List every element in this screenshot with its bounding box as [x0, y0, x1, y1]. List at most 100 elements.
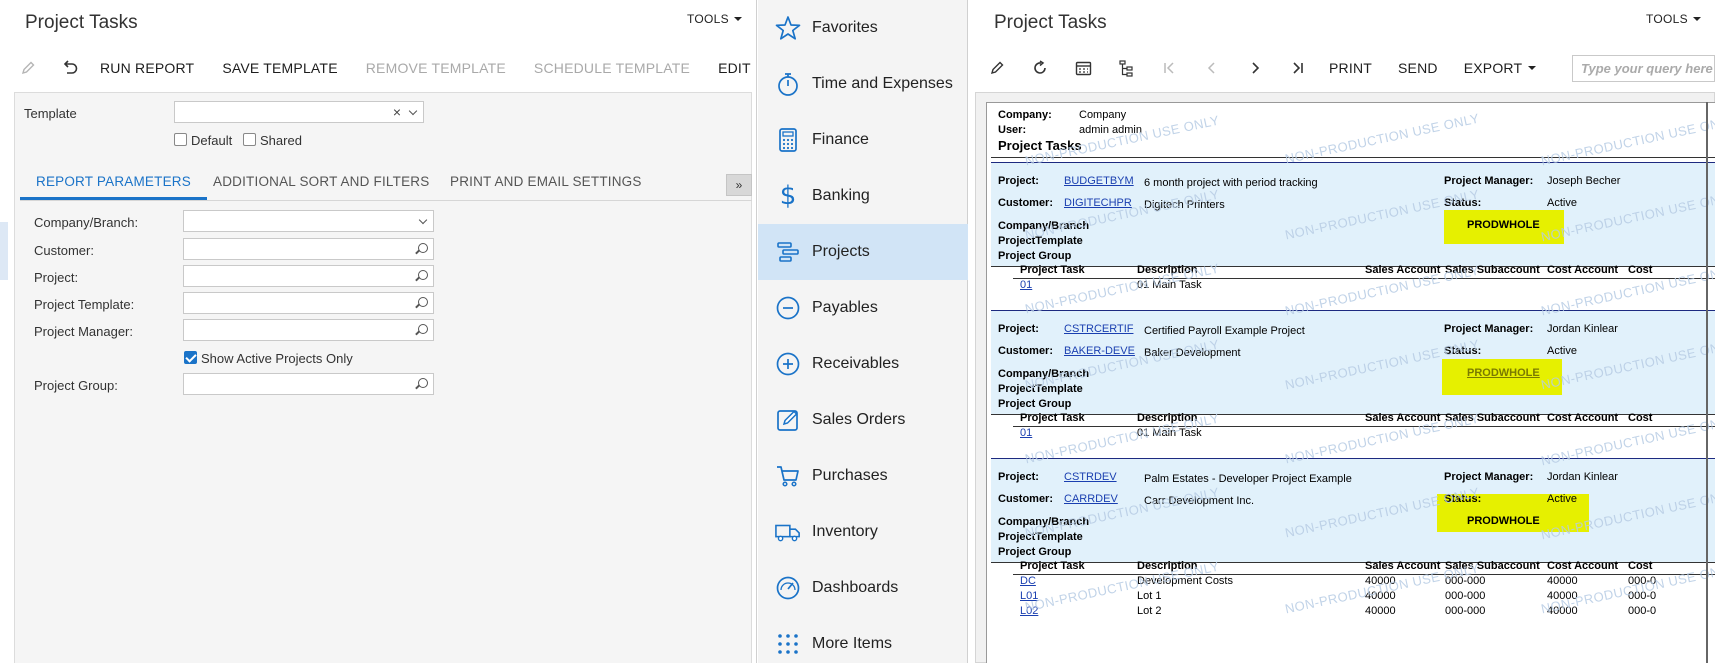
chevron-down-icon	[408, 106, 418, 116]
next-page-icon[interactable]	[1243, 57, 1267, 79]
edit-pencil-icon[interactable]	[16, 57, 40, 79]
search-icon[interactable]	[418, 270, 428, 280]
tab-additional-sort-and-filters[interactable]: ADDITIONAL SORT AND FILTERS	[197, 170, 445, 197]
stopwatch-icon	[775, 71, 801, 97]
status-value: Active	[1547, 493, 1577, 505]
tools-menu-button[interactable]: TOOLS	[1646, 12, 1701, 26]
customer-name: Carr Development Inc.	[1144, 495, 1255, 507]
nav-item-purchases[interactable]: Purchases	[758, 448, 968, 504]
project-manager-label: Project Manager:	[1444, 175, 1534, 187]
nav-item-more-items[interactable]: More Items	[758, 616, 968, 663]
schedule-template-button[interactable]: SCHEDULE TEMPLATE	[534, 60, 690, 76]
template-label: Template	[24, 106, 77, 121]
star-icon	[775, 15, 801, 41]
task-description: 01 Main Task	[1137, 279, 1202, 291]
save-template-button[interactable]: SAVE TEMPLATE	[222, 60, 337, 76]
last-page-icon[interactable]	[1286, 57, 1310, 79]
customer-label: Customer:	[998, 493, 1054, 505]
nav-label: Finance	[812, 131, 869, 148]
nav-item-favorites[interactable]: Favorites	[758, 0, 968, 56]
project-manager-field[interactable]	[183, 319, 434, 341]
refresh-icon[interactable]	[1028, 57, 1052, 79]
edit-button[interactable]: EDIT	[718, 60, 751, 76]
report-search-input[interactable]: Type your query here	[1572, 55, 1715, 82]
customer-id-link[interactable]: CARRDEV	[1064, 493, 1118, 505]
first-page-icon[interactable]	[1157, 57, 1181, 79]
tab-report-parameters[interactable]: REPORT PARAMETERS	[20, 170, 207, 200]
template-select[interactable]: ×	[174, 101, 424, 123]
report-scrollbar[interactable]	[1706, 102, 1708, 663]
col-cost-account: Cost Account	[1547, 412, 1619, 424]
company-branch-select[interactable]	[183, 210, 434, 232]
status-label: Status:	[1444, 493, 1482, 505]
project-id-link[interactable]: CSTRDEV	[1064, 471, 1117, 483]
shared-checkbox[interactable]	[243, 133, 256, 146]
show-active-projects-label: Show Active Projects Only	[201, 351, 353, 366]
nav-item-inventory[interactable]: Inventory	[758, 504, 968, 560]
default-checkbox[interactable]	[174, 133, 187, 146]
nav-item-banking[interactable]: $ Banking	[758, 168, 968, 224]
undo-icon[interactable]	[58, 57, 82, 79]
project-template-label: ProjectTemplate	[998, 383, 1083, 395]
nav-label: Purchases	[812, 467, 888, 484]
col-description: Description	[1137, 560, 1198, 572]
task-cost: 000-0	[1628, 590, 1657, 602]
task-link[interactable]: L02	[1020, 605, 1038, 617]
show-active-projects-checkbox[interactable]	[184, 351, 197, 364]
search-icon[interactable]	[418, 243, 428, 253]
user-value: admin admin	[1079, 124, 1142, 136]
company-branch-label: Company/Branch	[998, 368, 1090, 380]
col-project-task: Project Task	[1020, 412, 1085, 424]
nav-item-payables[interactable]: Payables	[758, 280, 968, 336]
plus-circle-icon	[775, 351, 801, 377]
project-id-link[interactable]: BUDGETBYM	[1064, 175, 1134, 187]
customer-id-link[interactable]: DIGITECHPR	[1064, 197, 1132, 209]
project-field[interactable]	[183, 265, 434, 287]
parameters-icon[interactable]	[1071, 57, 1095, 79]
task-description: 01 Main Task	[1137, 427, 1202, 439]
col-cost-account: Cost Account	[1547, 560, 1619, 572]
nav-label: Receivables	[812, 355, 900, 372]
search-icon[interactable]	[418, 378, 428, 388]
print-button[interactable]: PRINT	[1329, 60, 1372, 76]
edit-pencil-icon[interactable]	[985, 57, 1009, 79]
tab-print-and-email-settings[interactable]: PRINT AND EMAIL SETTINGS	[434, 170, 658, 197]
nav-label: Time and Expenses	[812, 75, 953, 92]
project-group-field[interactable]	[183, 373, 434, 395]
nav-item-projects[interactable]: Projects	[758, 224, 968, 280]
tools-menu-button[interactable]: TOOLS	[687, 12, 742, 26]
task-link[interactable]: L01	[1020, 590, 1038, 602]
task-link[interactable]: 01	[1020, 279, 1032, 291]
nav-item-sales-orders[interactable]: Sales Orders	[758, 392, 968, 448]
nav-item-time-and-expenses[interactable]: Time and Expenses	[758, 56, 968, 112]
search-icon[interactable]	[418, 324, 428, 334]
project-template-label: Project Template:	[34, 297, 135, 312]
nav-item-finance[interactable]: Finance	[758, 112, 968, 168]
run-report-button[interactable]: RUN REPORT	[100, 60, 194, 76]
remove-template-button[interactable]: REMOVE TEMPLATE	[366, 60, 506, 76]
header-rule	[991, 157, 1715, 158]
export-button[interactable]: EXPORT	[1464, 60, 1523, 76]
collapse-tabs-button[interactable]: »	[726, 174, 752, 196]
customer-id-link[interactable]: BAKER-DEVE	[1064, 345, 1135, 357]
task-link[interactable]: 01	[1020, 427, 1032, 439]
task-link[interactable]: DC	[1020, 575, 1036, 587]
column-rule	[1013, 278, 1715, 279]
project-template-value: PRODWHOLE	[1467, 515, 1540, 527]
customer-field[interactable]	[183, 238, 434, 260]
col-cost: Cost	[1628, 560, 1653, 572]
nav-item-receivables[interactable]: Receivables	[758, 336, 968, 392]
search-icon[interactable]	[418, 297, 428, 307]
project-id-link[interactable]: CSTRCERTIF	[1064, 323, 1133, 335]
send-button[interactable]: SEND	[1398, 60, 1438, 76]
col-project-task: Project Task	[1020, 560, 1085, 572]
col-project-task: Project Task	[1020, 264, 1085, 276]
clear-icon[interactable]: ×	[393, 104, 401, 120]
nav-item-dashboards[interactable]: Dashboards	[758, 560, 968, 616]
project-template-field[interactable]	[183, 292, 434, 314]
nav-label: Favorites	[812, 19, 878, 36]
truck-icon	[775, 519, 801, 545]
group-tree-icon[interactable]	[1114, 57, 1138, 79]
previous-page-icon[interactable]	[1200, 57, 1224, 79]
project-template-value[interactable]: PRODWHOLE	[1467, 367, 1540, 379]
